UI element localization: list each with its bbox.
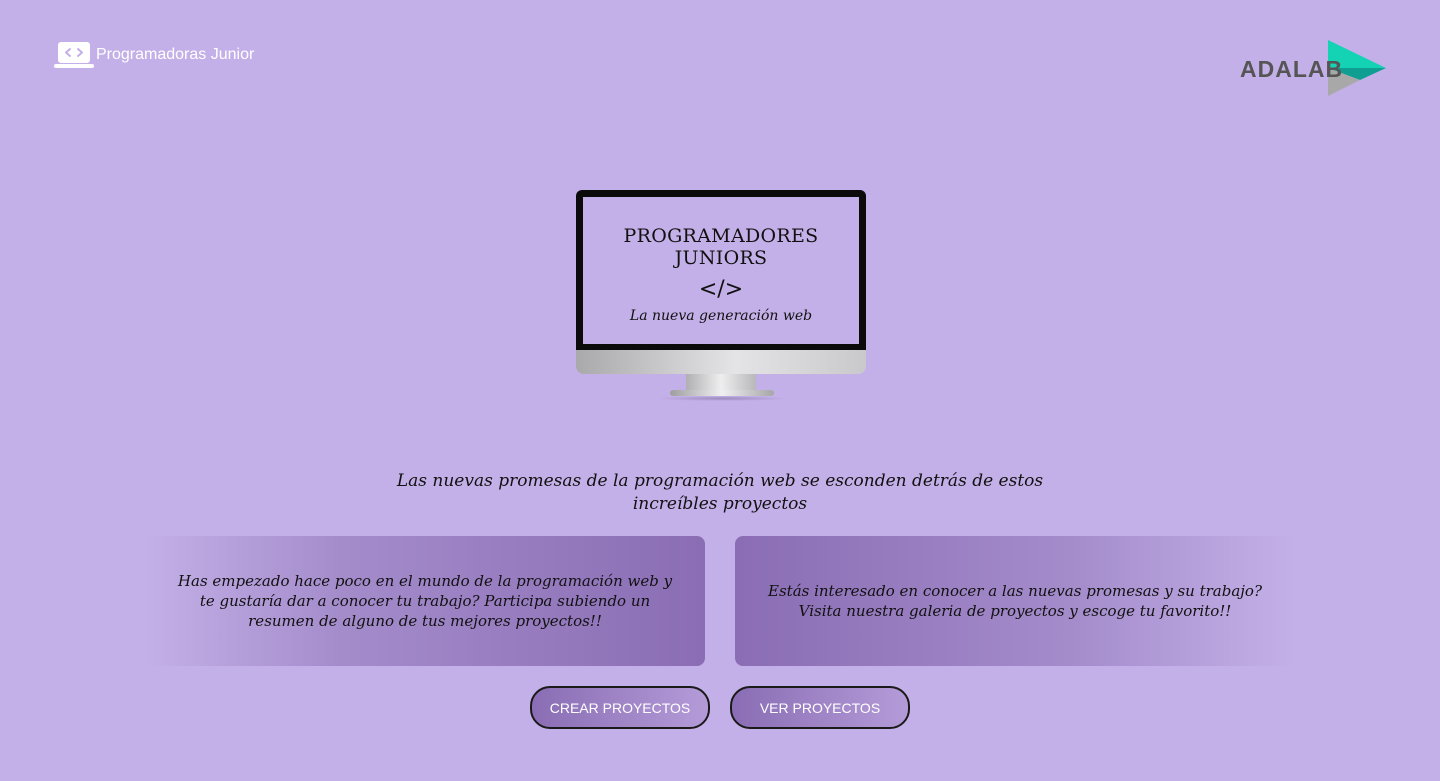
monitor-screen: PROGRAMADORES JUNIORS </> La nueva gener… [583,197,859,344]
landing-page: Programadoras Junior ADALAB PROGRAMADORE… [0,0,1440,781]
create-info-text: Has empezado hace poco en el mundo de la… [177,572,673,630]
monitor-shadow [656,396,788,401]
laptop-code-icon [54,42,94,68]
brand-link[interactable]: Programadoras Junior [54,40,254,70]
brand-title: Programadoras Junior [96,46,255,63]
view-projects-button[interactable]: VER PROYECTOS [730,686,910,729]
monitor-chin [576,350,866,374]
intro-text: Las nuevas promesas de la programación w… [396,471,1044,514]
screen-title: PROGRAMADORES JUNIORS [623,225,819,269]
create-info-card: Has empezado hace poco en el mundo de la… [145,536,705,666]
screen-tagline: La nueva generación web [629,308,813,324]
create-projects-button[interactable]: CREAR PROYECTOS [530,686,710,729]
view-info-card: Estás interesado en conocer a las nuevas… [735,536,1295,666]
view-info-text: Estás interesado en conocer a las nuevas… [768,582,1262,620]
code-tag-icon: </> [698,277,744,302]
adalab-logo[interactable]: ADALAB [1240,38,1388,98]
adalab-wordmark: ADALAB [1240,56,1344,82]
monitor-illustration: PROGRAMADORES JUNIORS </> La nueva gener… [576,190,866,408]
monitor-bezel: PROGRAMADORES JUNIORS </> La nueva gener… [576,190,866,350]
